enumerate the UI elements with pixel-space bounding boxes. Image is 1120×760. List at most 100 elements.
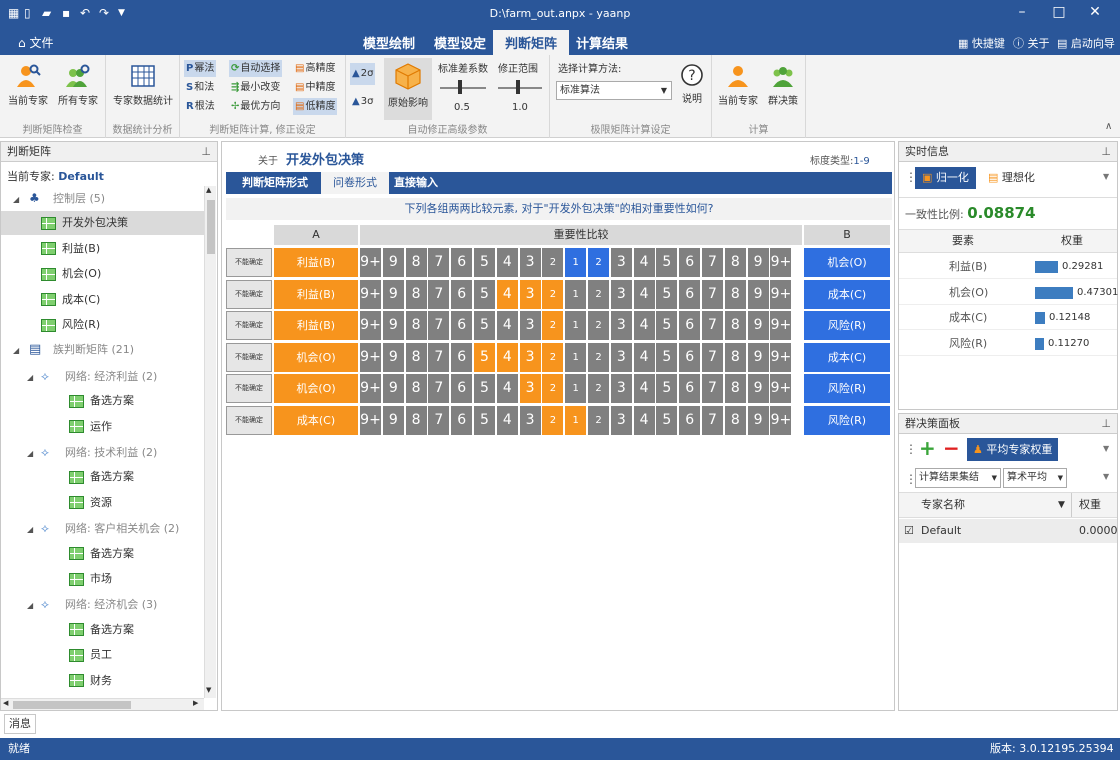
scale-cell[interactable]: 5 [474, 374, 495, 403]
scroll-right-icon[interactable]: ▶ [193, 699, 198, 707]
scale-cell[interactable]: 9+ [360, 279, 381, 309]
scale-cell[interactable]: 1 [565, 248, 587, 277]
scale-cell[interactable]: 6 [679, 248, 701, 277]
collapse-ribbon-icon[interactable]: ∧ [1105, 121, 1112, 132]
tab-direct-input[interactable]: 直接输入 [382, 172, 450, 194]
scale-cell[interactable]: 6 [451, 248, 473, 277]
scale-cell[interactable]: 6 [679, 342, 701, 372]
scale-cell[interactable]: 3 [610, 248, 632, 277]
scale-cell[interactable]: 2 [588, 311, 609, 340]
scale-cell[interactable]: 4 [496, 405, 518, 435]
scale-cell[interactable]: 5 [656, 374, 678, 403]
scale-cell[interactable]: 7 [428, 342, 450, 372]
expand-icon[interactable]: ◢ [27, 518, 37, 542]
scroll-up-icon[interactable]: ▲ [206, 186, 211, 194]
scale-cell[interactable]: 6 [679, 405, 701, 435]
tab-model-draw[interactable]: 模型绘制 [363, 33, 415, 52]
scale-cell[interactable]: 7 [702, 405, 723, 435]
power-method-toggle[interactable]: P幂法 [184, 60, 217, 77]
scale-cell[interactable]: 2 [588, 279, 609, 309]
scale-cell[interactable]: 4 [633, 279, 655, 309]
scale-cell[interactable]: 2 [588, 374, 609, 403]
scale-cell[interactable]: 5 [474, 405, 495, 435]
scale-cell[interactable]: 6 [451, 405, 473, 435]
scale-cell[interactable]: 2 [542, 248, 564, 277]
scale-cell[interactable]: 9 [382, 374, 404, 403]
scale-cell[interactable]: 4 [496, 342, 518, 372]
scale-cell[interactable]: 5 [656, 342, 678, 372]
tab-questionnaire-form[interactable]: 问卷形式 [321, 172, 389, 194]
scale-cell[interactable]: 3 [610, 405, 632, 435]
scale-cell[interactable]: 5 [474, 311, 495, 340]
expert-row[interactable]: ☑ Default 0.0000 [899, 519, 1118, 543]
scale-cell[interactable]: 4 [633, 342, 655, 372]
normalize-toggle[interactable]: ▣ 归一化 [915, 167, 976, 189]
scale-cell[interactable]: 4 [633, 374, 655, 403]
scale-cell[interactable]: 8 [405, 374, 427, 403]
scale-cell[interactable]: 9+ [360, 248, 381, 277]
pin-icon[interactable]: ⊥ [1101, 142, 1111, 162]
tree-item[interactable]: 员工 [1, 643, 204, 667]
tree-item[interactable]: ◢ ♣ 控制层 (5) [1, 186, 204, 210]
check-all-experts-button[interactable]: 所有专家 [54, 63, 102, 107]
scale-cell[interactable]: 9 [382, 311, 404, 340]
scale-cell[interactable]: 8 [405, 342, 427, 372]
scale-cell[interactable]: 2 [542, 279, 564, 309]
range-slider[interactable] [498, 87, 542, 89]
overflow-icon[interactable]: ▼ [1103, 444, 1109, 453]
scale-cell[interactable]: 6 [679, 279, 701, 309]
low-precision-toggle[interactable]: ▤低精度 [293, 98, 338, 115]
scale-cell[interactable]: 5 [656, 248, 678, 277]
scale-cell[interactable]: 8 [405, 311, 427, 340]
maximize-icon[interactable]: □ [1049, 4, 1069, 20]
scale-cell[interactable]: 3 [519, 342, 541, 372]
tree-hscroll-thumb[interactable] [13, 701, 131, 709]
scale-cell[interactable]: 9+ [770, 311, 792, 340]
scale-cell[interactable]: 9 [747, 279, 769, 309]
scale-cell[interactable]: 8 [724, 311, 746, 340]
min-change-toggle[interactable]: ⇶最小改变 [229, 79, 282, 96]
tab-model-settings[interactable]: 模型设定 [434, 33, 486, 52]
scale-cell[interactable]: 2 [542, 405, 564, 435]
scale-cell[interactable]: 7 [702, 374, 723, 403]
scroll-down-icon[interactable]: ▼ [206, 686, 211, 694]
scale-cell[interactable]: 9+ [770, 342, 792, 372]
scale-cell[interactable]: 9 [382, 405, 404, 435]
scale-cell[interactable]: 9 [382, 279, 404, 309]
scale-cell[interactable]: 4 [496, 311, 518, 340]
tree-item[interactable]: 备选方案 [1, 465, 204, 489]
high-precision-toggle[interactable]: ▤高精度 [293, 60, 337, 77]
root-method-toggle[interactable]: R根法 [184, 98, 217, 115]
scale-cell[interactable]: 1 [565, 342, 587, 372]
scale-cell[interactable]: 5 [474, 279, 495, 309]
original-impact-button[interactable]: 原始影响 [384, 58, 432, 120]
scale-cell[interactable]: 2 [588, 342, 609, 372]
filter-icon[interactable]: ▼ [1058, 493, 1065, 517]
scale-cell[interactable]: 7 [428, 374, 450, 403]
add-expert-icon[interactable]: + [919, 436, 936, 460]
about-button[interactable]: ⓘ 关于 [1013, 35, 1050, 51]
expand-icon[interactable]: ◢ [13, 339, 23, 363]
scale-cell[interactable]: 4 [633, 311, 655, 340]
scale-cell[interactable]: 2 [588, 405, 609, 435]
stddev-slider[interactable] [440, 87, 486, 89]
expand-icon[interactable]: ◢ [27, 442, 37, 466]
scale-cell[interactable]: 7 [428, 405, 450, 435]
scale-cell[interactable]: 7 [428, 311, 450, 340]
calc-current-expert-button[interactable]: 当前专家 [716, 63, 760, 107]
auto-select-toggle[interactable]: ⟳自动选择 [229, 60, 283, 77]
close-icon[interactable]: ✕ [1085, 4, 1105, 20]
calc-group-decision-button[interactable]: 群决策 [762, 63, 804, 107]
stddev-slider-thumb[interactable] [458, 80, 462, 94]
pin-icon[interactable]: ⊥ [201, 142, 211, 162]
scale-cell[interactable]: 5 [474, 342, 495, 372]
tree-item[interactable]: ◢ ⟡ 网络: 客户相关机会 (2) [1, 516, 204, 540]
scale-cell[interactable]: 3 [610, 374, 632, 403]
mean-method-select[interactable]: 算术平均 ▼ [1003, 468, 1067, 488]
scale-cell[interactable]: 8 [405, 405, 427, 435]
scale-cell[interactable]: 7 [702, 248, 723, 277]
tree-item[interactable]: 市场 [1, 567, 204, 591]
scale-cell[interactable]: 5 [474, 248, 495, 277]
idealize-toggle[interactable]: ▤ 理想化 [983, 167, 1040, 189]
scale-cell[interactable]: 1 [565, 311, 587, 340]
